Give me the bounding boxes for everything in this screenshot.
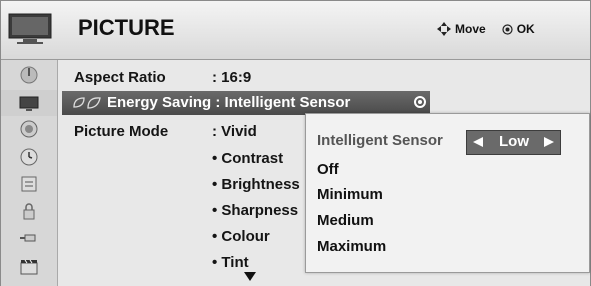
sidebar-item-option[interactable] xyxy=(1,171,57,197)
scroll-down-icon[interactable] xyxy=(244,272,256,281)
lock-icon xyxy=(23,203,35,220)
ok-indicator-icon xyxy=(414,96,426,108)
audio-icon xyxy=(20,120,38,138)
menu-item-contrast[interactable]: • Contrast xyxy=(212,150,283,167)
selected-level: Low xyxy=(499,133,529,150)
monitor-icon xyxy=(19,96,39,111)
aspect-ratio-label: Aspect Ratio xyxy=(74,69,166,86)
picture-mode-label: Picture Mode xyxy=(74,123,169,140)
sensor-level-selector[interactable]: Low xyxy=(466,130,561,155)
header-bar: PICTURE Move OK xyxy=(1,1,590,60)
category-sidebar xyxy=(1,60,58,286)
move-label: Move xyxy=(455,22,486,36)
ok-button-icon xyxy=(502,23,513,35)
energy-leaf-icon xyxy=(73,97,101,109)
satellite-icon xyxy=(20,66,38,84)
menu-item-sharpness[interactable]: • Sharpness xyxy=(212,202,298,219)
settings-icon xyxy=(21,176,37,192)
sidebar-item-time[interactable] xyxy=(1,144,57,170)
option-minimum[interactable]: Minimum xyxy=(317,186,383,203)
menu-item-brightness[interactable]: • Brightness xyxy=(212,176,300,193)
sidebar-item-picture[interactable] xyxy=(1,90,57,116)
sidebar-item-media[interactable] xyxy=(1,253,57,279)
aspect-ratio-value: : 16:9 xyxy=(212,69,252,86)
sidebar-item-lock[interactable] xyxy=(1,198,57,224)
popup-title: Intelligent Sensor xyxy=(317,132,443,149)
left-arrow-icon[interactable] xyxy=(473,137,483,147)
sidebar-item-input[interactable] xyxy=(1,225,57,251)
sidebar-item-audio[interactable] xyxy=(1,116,57,142)
menu-item-tint[interactable]: • Tint xyxy=(212,254,249,271)
page-title: PICTURE xyxy=(78,15,175,40)
right-arrow-icon[interactable] xyxy=(544,137,554,147)
navigation-hint: Move OK xyxy=(437,22,535,36)
move-arrows-icon xyxy=(437,22,451,36)
intelligent-sensor-popup: Intelligent Sensor Low Off Minimum Mediu… xyxy=(305,113,590,273)
menu-item-colour[interactable]: • Colour xyxy=(212,228,270,245)
option-maximum[interactable]: Maximum xyxy=(317,238,386,255)
energy-saving-label: Energy Saving : Intelligent Sensor xyxy=(107,94,351,111)
option-medium[interactable]: Medium xyxy=(317,212,374,229)
timer-icon xyxy=(20,148,38,166)
menu-row-energy-saving[interactable]: Energy Saving : Intelligent Sensor xyxy=(62,91,430,115)
option-off[interactable]: Off xyxy=(317,161,339,178)
tv-icon xyxy=(8,13,52,44)
ok-label: OK xyxy=(516,22,535,36)
clapper-icon xyxy=(20,259,38,275)
picture-mode-value: : Vivid xyxy=(212,123,257,140)
input-icon xyxy=(20,234,36,242)
sidebar-item-setup[interactable] xyxy=(1,62,57,88)
